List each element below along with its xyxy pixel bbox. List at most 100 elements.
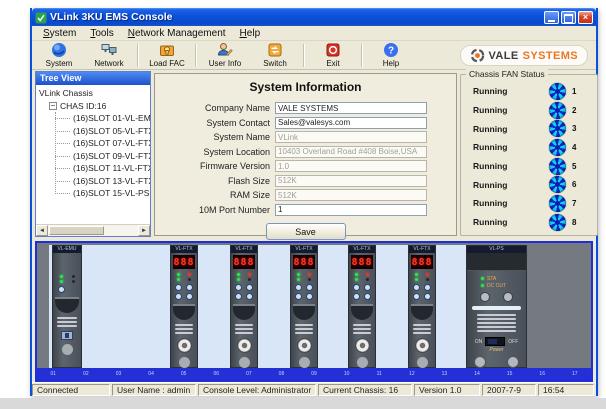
status-segment-7: 16:54 xyxy=(538,384,594,396)
menu-item-help[interactable]: Help xyxy=(233,28,268,39)
card-handle xyxy=(233,304,255,320)
toolbar-button-system[interactable]: System xyxy=(34,42,84,69)
field-input-system-location[interactable] xyxy=(275,146,427,158)
scroll-track[interactable] xyxy=(48,225,138,236)
vent-grille xyxy=(175,324,193,334)
scroll-left-icon[interactable]: ◄ xyxy=(36,225,48,236)
toolbar-button-label: Exit xyxy=(326,59,339,68)
power-switch[interactable]: ON OFF xyxy=(467,337,526,346)
menu-item-network-management[interactable]: Network Management xyxy=(121,28,233,39)
slot-number: 14 xyxy=(461,371,494,377)
field-input-10m-port-number[interactable] xyxy=(275,204,427,216)
status-leds xyxy=(58,275,76,283)
card-label: VL-EMU xyxy=(53,246,81,253)
ps-vent-grille xyxy=(477,314,516,332)
form-row-company-name: Company Name xyxy=(155,101,456,116)
card-label: VL-FTX xyxy=(231,246,257,253)
seven-segment-display: 888 xyxy=(411,255,433,269)
seven-segment-display: 888 xyxy=(173,255,195,269)
chassis-card-vl-ftx-4[interactable]: VL-FTX888 xyxy=(348,245,376,368)
form-row-system-name: System Name xyxy=(155,130,456,145)
form-row-system-location: System Location xyxy=(155,145,456,160)
slot-number: 06 xyxy=(200,371,233,377)
fan-icon xyxy=(549,102,566,119)
maximize-button[interactable] xyxy=(561,11,576,24)
port-connectors xyxy=(295,284,313,300)
field-input-flash-size[interactable] xyxy=(275,175,427,187)
toolbar-button-user-info[interactable]: User Info xyxy=(200,42,250,69)
usb-port xyxy=(61,331,73,340)
fan-rows: Running1Running2Running3Running4Running5… xyxy=(461,75,597,232)
toolbar-buttons: SystemNetwork Load FAC User InfoSwitch Exit… xyxy=(34,41,416,69)
field-input-ram-size[interactable] xyxy=(275,189,427,201)
field-input-company-name[interactable] xyxy=(275,102,427,114)
chassis-card-vl-ftx-2[interactable]: VL-FTX888 xyxy=(230,245,258,368)
slot-number: 17 xyxy=(559,371,592,377)
slot-number: 09 xyxy=(298,371,331,377)
tree-node-root[interactable]: VLink Chassis xyxy=(39,87,150,100)
tree-view-panel: Tree View VLink Chassis−CHAS ID:16(16)SL… xyxy=(35,71,151,237)
fan-icon xyxy=(549,176,566,193)
chassis-fan-status-panel: Chassis FAN Status Running1Running2Runni… xyxy=(460,74,598,236)
off-label: OFF xyxy=(508,339,518,345)
chassis-card-vl-ps-6[interactable]: VL-PSSTADC OUTONOFFPower xyxy=(466,245,527,368)
menu-item-system[interactable]: System xyxy=(36,28,83,39)
main-content: Tree View VLink Chassis−CHAS ID:16(16)SL… xyxy=(32,70,596,239)
svg-text:?: ? xyxy=(388,46,394,57)
toolbar-button-switch[interactable]: Switch xyxy=(250,42,300,69)
ps-top-section xyxy=(467,253,526,271)
port-connectors xyxy=(353,284,371,300)
status-leds xyxy=(176,273,192,281)
form-row-ram-size: RAM Size xyxy=(155,188,456,203)
tree-view-header: Tree View xyxy=(36,72,150,85)
fan-number: 3 xyxy=(572,124,576,133)
chassis-card-vl-ftx-3[interactable]: VL-FTX888 xyxy=(290,245,318,368)
fan-status-text: Running xyxy=(473,86,523,96)
card-label: VL-FTX xyxy=(291,246,317,253)
toolbar-button-help[interactable]: ?Help xyxy=(366,42,416,69)
scroll-thumb[interactable] xyxy=(49,226,104,235)
fan-row-6: Running6 xyxy=(473,175,591,194)
fan-status-text: Running xyxy=(473,217,523,227)
field-input-system-name[interactable] xyxy=(275,131,427,143)
collapse-toggle-icon[interactable]: − xyxy=(49,102,57,110)
minimize-button[interactable] xyxy=(544,11,559,24)
title-bar: VLink 3KU EMS Console × xyxy=(32,8,596,26)
toolbar-button-load-fac[interactable]: Load FAC xyxy=(142,42,192,69)
scroll-right-icon[interactable]: ► xyxy=(138,225,150,236)
slot-number: 02 xyxy=(70,371,103,377)
port-connectors xyxy=(175,284,193,300)
brand-primary: VALE xyxy=(489,50,519,62)
menu-item-tools[interactable]: Tools xyxy=(83,28,120,39)
chassis-card-vl-emu-0[interactable]: VL-EMU xyxy=(52,245,82,368)
form-row-10m-port-number: 10M Port Number xyxy=(155,203,456,218)
slot-number: 12 xyxy=(396,371,429,377)
tree-connector-line xyxy=(55,112,56,194)
tree-horizontal-scrollbar[interactable]: ◄ ► xyxy=(36,224,150,236)
slot-number: 01 xyxy=(37,371,70,377)
ps-light-bar xyxy=(472,306,521,310)
field-input-firmware-version[interactable] xyxy=(275,160,427,172)
toolbar-button-exit[interactable]: Exit xyxy=(308,42,358,69)
chassis-card-vl-ftx-1[interactable]: VL-FTX888 xyxy=(170,245,198,368)
toolbar: SystemNetwork Load FAC User InfoSwitch Exit… xyxy=(32,41,596,70)
toolbar-button-network[interactable]: Network xyxy=(84,42,134,69)
status-leds xyxy=(296,273,312,281)
fan-status-text: Running xyxy=(473,142,523,152)
desktop: VLink 3KU EMS Console × SystemToolsNetwo… xyxy=(0,0,606,409)
user-info-icon xyxy=(217,42,233,58)
fan-row-3: Running3 xyxy=(473,119,591,138)
chassis-card-vl-ftx-5[interactable]: VL-FTX888 xyxy=(408,245,436,368)
slot-number: 08 xyxy=(265,371,298,377)
field-input-system-contact[interactable] xyxy=(275,117,427,129)
tree-node-chassis[interactable]: −CHAS ID:16 xyxy=(39,100,150,113)
round-connector xyxy=(297,338,312,353)
status-segment-6: 2007-7-9 xyxy=(482,384,536,396)
form-row-flash-size: Flash Size xyxy=(155,174,456,189)
field-label-system-contact: System Contact xyxy=(155,118,275,128)
close-button[interactable]: × xyxy=(578,11,593,24)
on-label: ON xyxy=(475,339,483,345)
slot-number: 04 xyxy=(135,371,168,377)
fan-row-2: Running2 xyxy=(473,101,591,120)
save-button[interactable]: Save xyxy=(266,223,346,240)
